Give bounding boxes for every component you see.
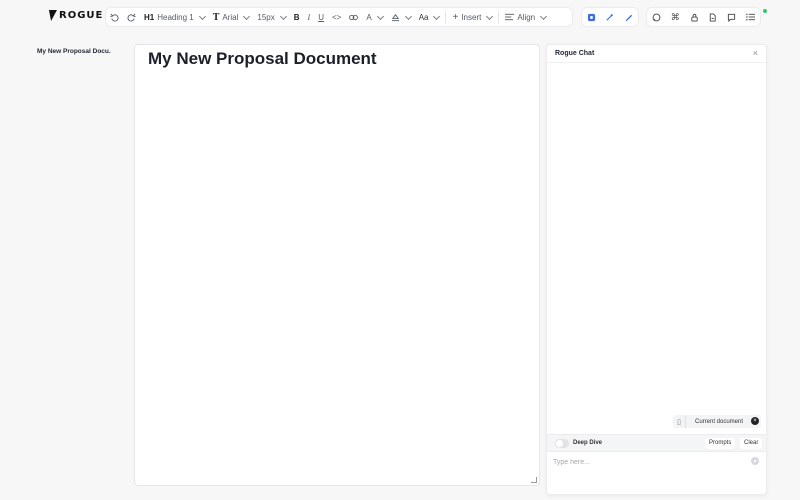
deep-dive-label: Deep Dive	[573, 440, 603, 446]
chat-panel: Rogue Chat × ▯ Current document × Deep D…	[546, 44, 767, 495]
document-button[interactable]	[706, 10, 720, 24]
underline-button[interactable]: U	[314, 8, 328, 26]
chat-input[interactable]	[553, 459, 733, 466]
list-icon	[746, 13, 756, 21]
context-chip[interactable]: ▯ Current document ×	[673, 415, 761, 428]
chevron-down-icon	[243, 12, 251, 20]
italic-button[interactable]: I	[304, 8, 315, 26]
chat-controls: Deep Dive Prompts Clear	[547, 434, 766, 452]
font-size-select[interactable]: 15px	[253, 8, 289, 26]
magic-icon	[606, 13, 614, 21]
chat-header: Rogue Chat ×	[547, 45, 766, 63]
document-icon	[710, 12, 717, 22]
sidebar-document-item[interactable]: My New Proposal Docu...	[37, 48, 111, 55]
bold-icon: B	[293, 12, 300, 22]
undo-button[interactable]	[106, 8, 123, 26]
heading-label: Heading 1	[157, 12, 194, 22]
lock-icon	[690, 13, 698, 22]
deep-dive-toggle[interactable]	[555, 439, 569, 448]
remove-context-icon[interactable]: ×	[751, 417, 759, 425]
formatting-toolbar: H1 Heading 1 T Arial 15px B I U <> A Aa …	[105, 7, 573, 27]
text-case-select[interactable]: Aa	[415, 8, 444, 26]
insert-menu[interactable]: + Insert	[448, 8, 496, 26]
clear-button[interactable]: Clear	[740, 438, 763, 449]
comment-button[interactable]	[725, 10, 739, 24]
code-button[interactable]: <>	[328, 8, 345, 26]
font-size-label: 15px	[257, 12, 275, 22]
redo-icon	[127, 13, 136, 22]
code-icon: <>	[332, 12, 342, 22]
align-icon	[505, 13, 515, 21]
command-icon: ⌘	[670, 11, 680, 22]
plus-icon: +	[452, 11, 459, 23]
font-label: Arial	[222, 12, 239, 22]
toolbar-divider	[445, 11, 447, 23]
chevron-down-icon	[279, 12, 287, 20]
highlight-select[interactable]	[387, 8, 415, 26]
font-select[interactable]: T Arial	[209, 8, 254, 26]
lock-button[interactable]	[687, 10, 701, 24]
bold-button[interactable]: B	[290, 8, 304, 26]
chevron-down-icon	[404, 12, 412, 20]
text-color-icon: A	[366, 12, 372, 22]
align-label: Align	[517, 12, 536, 22]
chevron-down-icon	[486, 12, 494, 20]
heading-select[interactable]: H1 Heading 1	[140, 8, 209, 26]
pen-icon	[625, 14, 633, 21]
ai-blue-icon	[587, 13, 595, 21]
context-chip-label: Current document	[695, 418, 744, 425]
utility-toolbar: ⌘	[646, 7, 761, 27]
underline-icon: U	[318, 12, 324, 22]
rogue-logo-icon	[47, 10, 57, 21]
resize-handle-icon[interactable]	[531, 477, 537, 483]
chevron-down-icon	[198, 12, 206, 20]
undo-icon	[110, 13, 119, 22]
text-case-icon: Aa	[418, 12, 429, 22]
document-icon: ▯	[673, 415, 686, 428]
chat-button[interactable]	[649, 10, 663, 24]
heading-prefix: H1	[144, 12, 155, 22]
align-menu[interactable]: Align	[501, 8, 550, 26]
link-icon	[349, 14, 359, 20]
list-button[interactable]	[744, 10, 758, 24]
text-color-select[interactable]: A	[362, 8, 386, 26]
close-icon[interactable]: ×	[753, 48, 758, 58]
link-button[interactable]	[345, 8, 362, 26]
document-editor[interactable]: My New Proposal Document	[134, 44, 540, 486]
chevron-down-icon	[433, 12, 441, 20]
chevron-down-icon	[540, 12, 548, 20]
insert-label: Insert	[461, 12, 482, 22]
send-icon[interactable]: ▲	[751, 457, 759, 465]
ai-assist-button[interactable]	[584, 10, 598, 24]
brand-name: ROGUE	[59, 10, 104, 21]
document-title[interactable]: My New Proposal Document	[148, 49, 377, 69]
ai-toolbar	[581, 7, 639, 27]
magic-button[interactable]	[603, 10, 617, 24]
comment-icon	[728, 13, 736, 22]
redo-button[interactable]	[123, 8, 140, 26]
pen-button[interactable]	[622, 10, 636, 24]
toolbar-divider	[498, 11, 500, 23]
prompts-button[interactable]: Prompts	[705, 438, 736, 449]
chat-title: Rogue Chat	[555, 50, 595, 57]
highlight-icon	[391, 13, 399, 21]
brand-logo[interactable]: ROGUE	[47, 10, 104, 21]
text-type-icon: T	[212, 11, 220, 23]
online-status-dot	[763, 9, 767, 13]
italic-icon: I	[307, 12, 311, 22]
chat-icon	[652, 13, 661, 21]
chevron-down-icon	[376, 12, 384, 20]
command-button[interactable]: ⌘	[668, 10, 682, 24]
